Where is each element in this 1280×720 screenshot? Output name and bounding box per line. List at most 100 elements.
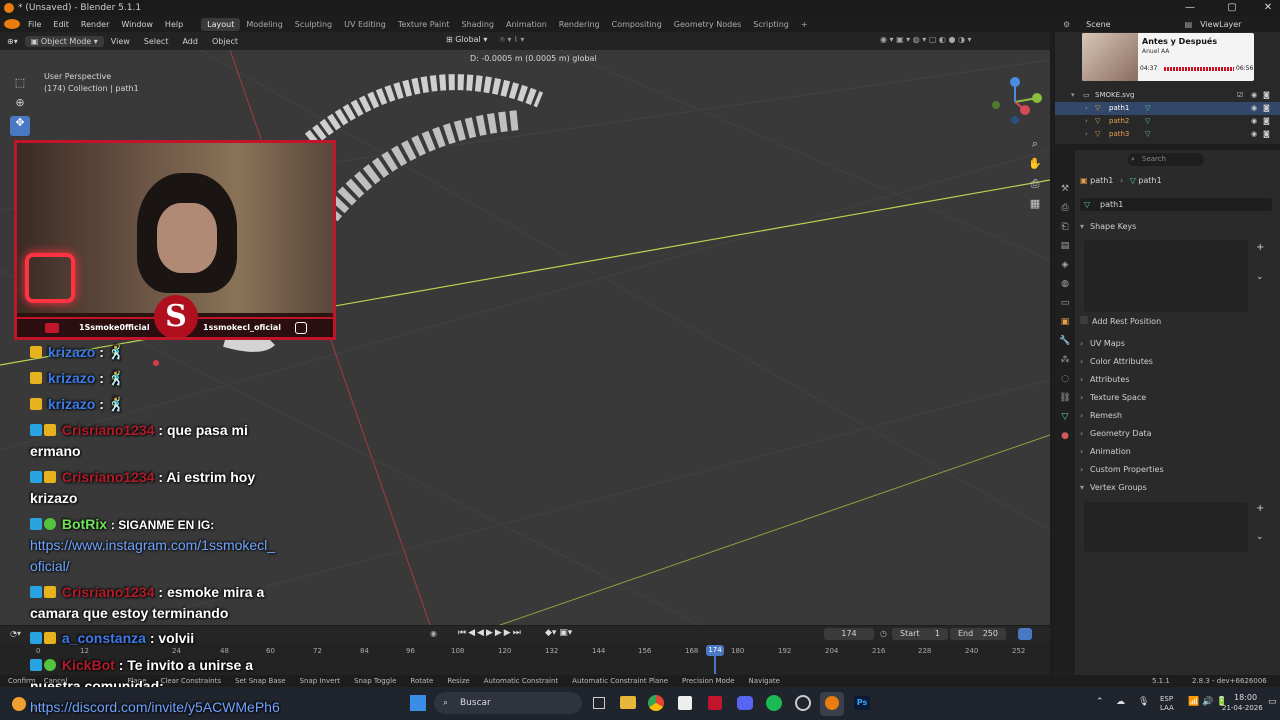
- tab-animation[interactable]: Animation: [500, 18, 553, 31]
- outliner-row[interactable]: › ▽ path1 ▽ ◉ ◙: [1055, 102, 1280, 115]
- editor-type-icon[interactable]: ◔▾: [10, 629, 21, 638]
- view-layer-name[interactable]: ViewLayer: [1200, 20, 1241, 29]
- panel-attributes[interactable]: › Attributes: [1080, 372, 1275, 388]
- menu-render[interactable]: Render: [75, 20, 115, 29]
- camera-toggle-icon[interactable]: ◙: [1263, 115, 1270, 128]
- chrome-icon[interactable]: [648, 695, 664, 711]
- panel-vertex-groups[interactable]: ▾ Vertex Groups: [1080, 480, 1275, 496]
- keyframe-nav-icons[interactable]: ◆▾ ▣▾: [545, 628, 572, 638]
- particles-tab-icon[interactable]: ⁂: [1055, 351, 1075, 370]
- store-icon[interactable]: [678, 696, 692, 710]
- spotify-icon[interactable]: [766, 695, 782, 711]
- menu-add[interactable]: Add: [175, 37, 205, 46]
- world-tab-icon[interactable]: ◍: [1055, 275, 1075, 294]
- blender-task-icon[interactable]: [825, 696, 839, 710]
- grid-view-icon[interactable]: ▦: [1028, 194, 1042, 214]
- data-name-field[interactable]: ▽ path1: [1080, 198, 1272, 211]
- discord-icon[interactable]: [737, 696, 753, 710]
- zoom-icon[interactable]: ⌕: [1028, 134, 1042, 154]
- tab-geometry-nodes[interactable]: Geometry Nodes: [668, 18, 747, 31]
- menu-view[interactable]: View: [104, 37, 137, 46]
- tab-layout[interactable]: Layout: [201, 17, 241, 31]
- taskbar-search[interactable]: ⌕ Buscar: [434, 692, 582, 714]
- eye-icon[interactable]: ◉: [1251, 115, 1257, 128]
- scene-name[interactable]: Scene: [1086, 20, 1110, 29]
- panel-texture-space[interactable]: › Texture Space: [1080, 390, 1275, 406]
- notification-icon[interactable]: ▭: [1268, 697, 1277, 707]
- tab-texture-paint[interactable]: Texture Paint: [392, 18, 456, 31]
- pan-hand-icon[interactable]: ✋: [1028, 154, 1042, 174]
- network-tray-icon[interactable]: ☁: [1116, 697, 1125, 707]
- start-frame-field[interactable]: Start 1: [892, 628, 948, 640]
- eye-icon[interactable]: ◉: [1251, 89, 1257, 102]
- tab-uv-editing[interactable]: UV Editing: [338, 18, 392, 31]
- camera-toggle-icon[interactable]: ◙: [1263, 102, 1270, 115]
- vertex-groups-list[interactable]: [1084, 502, 1248, 552]
- add-rest-position-checkbox[interactable]: Add Rest Position: [1080, 314, 1275, 330]
- shape-key-menu-icon[interactable]: ⌄: [1256, 272, 1264, 282]
- file-explorer-icon[interactable]: [620, 696, 636, 709]
- record-icon[interactable]: ◉: [430, 629, 437, 638]
- menu-file[interactable]: File: [22, 20, 47, 29]
- tray-chevron-icon[interactable]: ⌃: [1096, 697, 1104, 707]
- camera-toggle-icon[interactable]: ◙: [1263, 89, 1270, 102]
- eye-icon[interactable]: ◉: [1251, 102, 1257, 115]
- properties-search[interactable]: ⌕ Search: [1128, 153, 1204, 166]
- overlay-icons[interactable]: ◉ ▾ ▣ ▾ ◍ ▾ ▢ ◐ ● ◑ ▾: [880, 35, 972, 44]
- scene-tab-icon[interactable]: ◈: [1055, 256, 1075, 275]
- add-vertex-group-button[interactable]: +: [1256, 503, 1264, 514]
- tab-modeling[interactable]: Modeling: [240, 18, 288, 31]
- language-indicator[interactable]: ESP: [1160, 695, 1173, 703]
- menu-help[interactable]: Help: [159, 20, 189, 29]
- checkbox-icon[interactable]: ☑: [1237, 89, 1243, 102]
- tab-scripting[interactable]: Scripting: [747, 18, 795, 31]
- obs-icon[interactable]: [795, 695, 811, 711]
- snap-icon[interactable]: ⌾ ▾ ⌇ ▾: [500, 35, 524, 45]
- chat-link-continued[interactable]: oficial/: [30, 558, 70, 574]
- weather-icon[interactable]: [12, 697, 26, 711]
- mic-tray-icon[interactable]: 🎙: [1138, 697, 1149, 707]
- playback-options-icon[interactable]: [1018, 628, 1032, 640]
- view-layer-tab-icon[interactable]: ▤: [1055, 237, 1075, 256]
- select-tool-icon[interactable]: ⬚: [10, 76, 30, 96]
- mode-dropdown[interactable]: ▣ Object Mode ▾: [24, 35, 104, 47]
- app-red-icon[interactable]: [708, 696, 722, 710]
- menu-window[interactable]: Window: [115, 20, 159, 29]
- eye-icon[interactable]: ◉: [1251, 128, 1257, 141]
- menu-object[interactable]: Object: [205, 37, 245, 46]
- shape-keys-list[interactable]: [1084, 240, 1248, 312]
- camera-toggle-icon[interactable]: ◙: [1263, 128, 1270, 141]
- add-workspace-button[interactable]: +: [795, 18, 814, 31]
- orientation-dropdown[interactable]: ⊞ Global ▾: [446, 35, 487, 44]
- render-tab-icon[interactable]: ⎙: [1055, 199, 1075, 218]
- cursor-tool-icon[interactable]: ⊕: [10, 96, 30, 116]
- panel-uv-maps[interactable]: › UV Maps: [1080, 336, 1275, 352]
- modifier-tab-icon[interactable]: 🔧: [1055, 332, 1075, 351]
- current-frame-field[interactable]: 174: [824, 628, 874, 640]
- minimize-icon[interactable]: —: [1172, 0, 1208, 16]
- data-tab-icon[interactable]: ▽: [1055, 408, 1075, 427]
- constraints-tab-icon[interactable]: ⛓: [1055, 389, 1075, 408]
- add-shape-key-button[interactable]: +: [1256, 242, 1264, 253]
- panel-geometry-data[interactable]: › Geometry Data: [1080, 426, 1275, 442]
- panel-shape-keys[interactable]: ▾ Shape Keys: [1080, 219, 1275, 235]
- collection-tab-icon[interactable]: ▭: [1055, 294, 1075, 313]
- tab-sculpting[interactable]: Sculpting: [289, 18, 338, 31]
- blender-menu-icon[interactable]: [4, 19, 20, 29]
- photoshop-icon[interactable]: Ps: [854, 696, 870, 710]
- playback-controls[interactable]: ⏮◀◀▶▶▶⏭: [458, 628, 523, 638]
- task-view-icon[interactable]: [593, 697, 605, 709]
- outliner-row[interactable]: ▾ ▭ SMOKE.svg ☑ ◉ ◙: [1055, 89, 1280, 102]
- object-tab-icon[interactable]: ▣: [1055, 313, 1075, 332]
- panel-remesh[interactable]: › Remesh: [1080, 408, 1275, 424]
- tab-shading[interactable]: Shading: [455, 18, 500, 31]
- vertex-group-menu-icon[interactable]: ⌄: [1256, 532, 1264, 542]
- editor-type-icon[interactable]: ⊕▾: [0, 37, 25, 46]
- windows-start-icon[interactable]: [410, 695, 426, 711]
- end-frame-field[interactable]: End 250: [950, 628, 1006, 640]
- outliner-row[interactable]: › ▽ path3 ▽ ◉ ◙: [1055, 128, 1280, 141]
- navigation-gizmo[interactable]: [985, 72, 1045, 132]
- clock-date[interactable]: 21-04-2026: [1222, 704, 1263, 712]
- material-tab-icon[interactable]: ●: [1055, 427, 1075, 446]
- clock-time[interactable]: 18:00: [1234, 693, 1257, 702]
